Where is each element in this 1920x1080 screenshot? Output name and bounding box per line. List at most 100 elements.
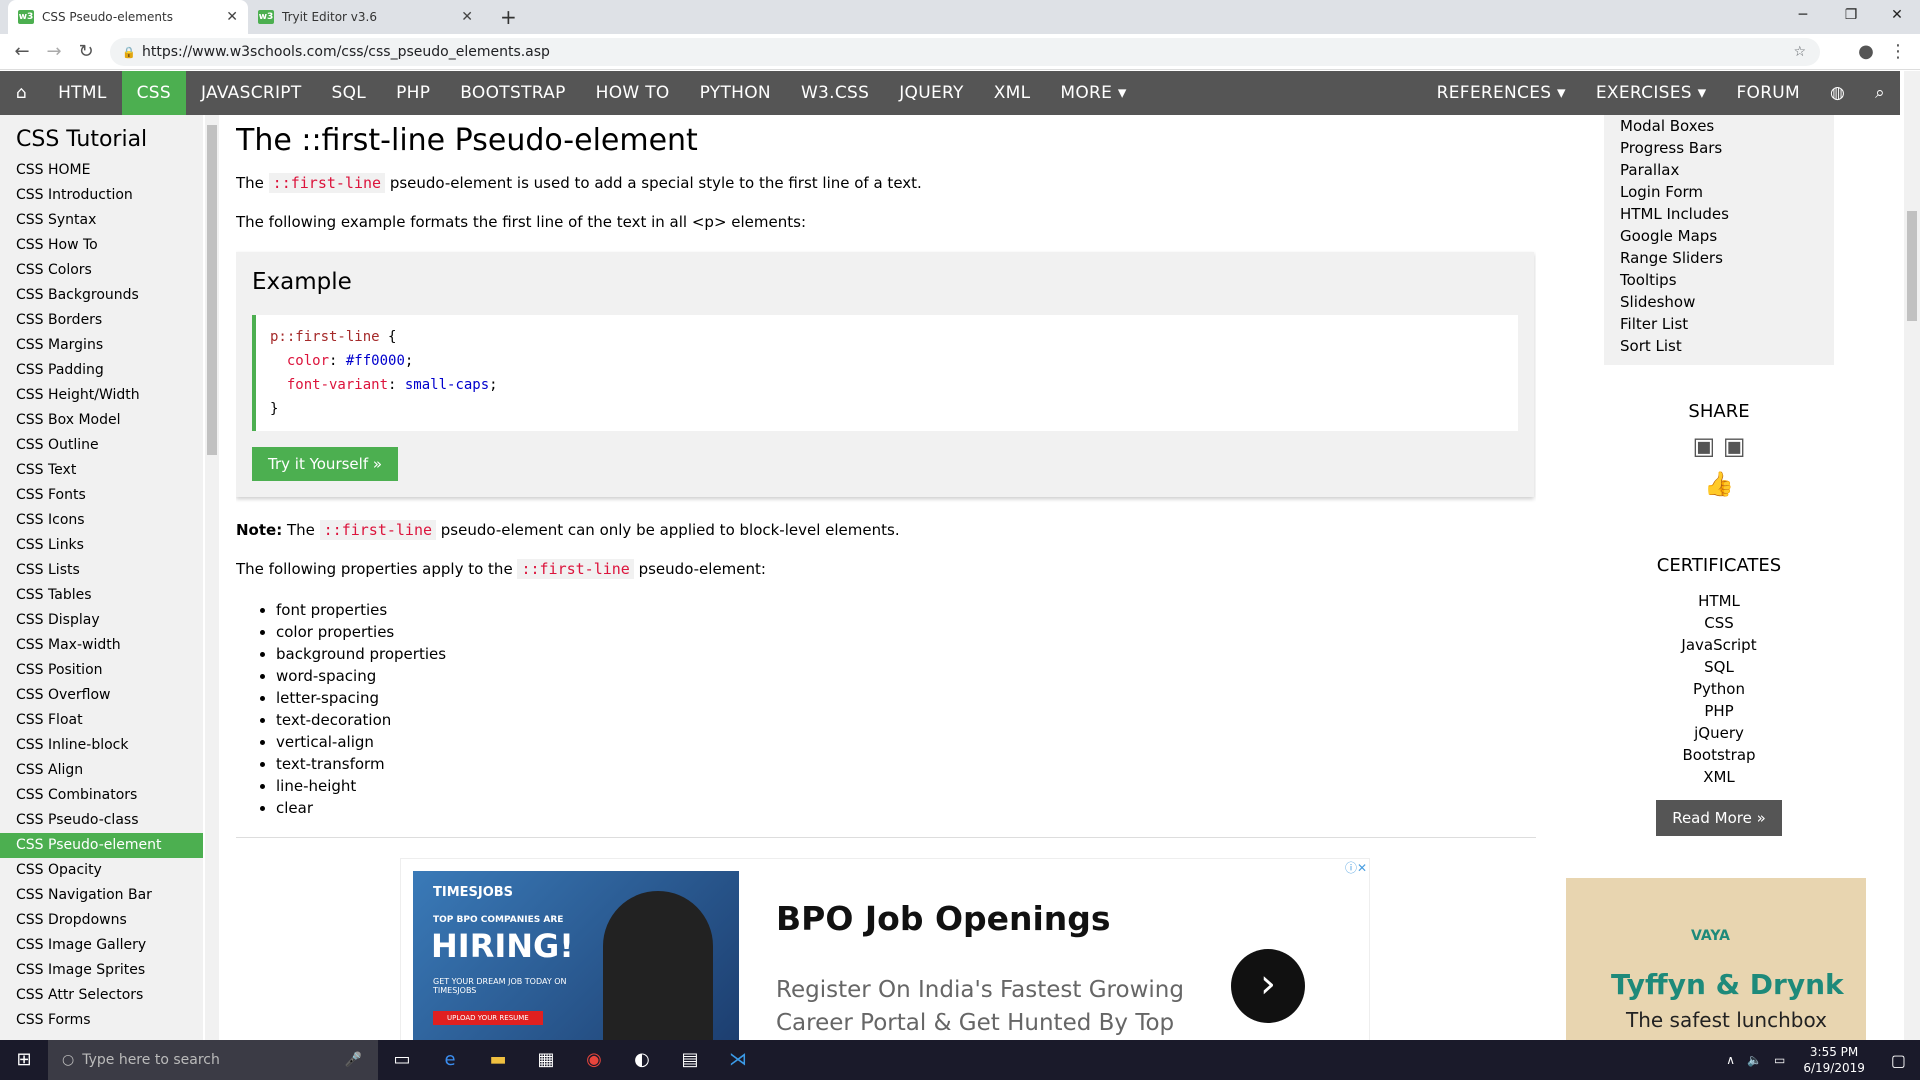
minimize-icon[interactable]: ─ [1780,0,1826,30]
nav-css[interactable]: CSS [121,71,186,115]
nav-bootstrap[interactable]: BOOTSTRAP [445,71,580,115]
like-icon[interactable]: 👍 [1604,470,1834,498]
sidebar-link[interactable]: CSS Introduction [0,183,203,208]
sidebar-link[interactable]: CSS Image Gallery [0,933,203,958]
twitter-icon[interactable]: ▣ [1723,432,1746,460]
back-icon[interactable]: ← [10,40,34,64]
reload-icon[interactable]: ↻ [74,40,98,64]
howto-link[interactable]: Progress Bars [1620,137,1818,159]
menu-icon[interactable]: ⋮ [1886,40,1910,64]
sidebar-link[interactable]: CSS HOME [0,158,203,183]
howto-link[interactable]: HTML Includes [1620,203,1818,225]
network-icon[interactable]: ▭ [1768,1053,1791,1067]
profile-icon[interactable]: ● [1854,40,1878,64]
side-advertisement[interactable]: VAYA Tyffyn & Drynk The safest lunchbox [1566,878,1866,1040]
volume-icon[interactable]: 🔈 [1741,1053,1768,1067]
sidebar-link[interactable]: CSS Borders [0,308,203,333]
bookmark-star-icon[interactable]: ☆ [1793,44,1806,60]
howto-link[interactable]: Range Sliders [1620,247,1818,269]
page-scroll-thumb[interactable] [1907,211,1917,321]
sidebar-link[interactable]: CSS Outline [0,433,203,458]
browser-tab[interactable]: w3 Tryit Editor v3.6 ✕ [248,0,483,34]
nav-javascript[interactable]: JAVASCRIPT [186,71,317,115]
clock[interactable]: 3:55 PM 6/19/2019 [1791,1044,1877,1076]
sidebar-link[interactable]: CSS Align [0,758,203,783]
sidebar-link[interactable]: CSS Inline-block [0,733,203,758]
howto-link[interactable]: Login Form [1620,181,1818,203]
certificate-link[interactable]: CSS [1604,612,1834,634]
nav-python[interactable]: PYTHON [685,71,786,115]
howto-link[interactable]: Tooltips [1620,269,1818,291]
certificate-link[interactable]: Python [1604,678,1834,700]
edge-icon[interactable]: e [426,1040,474,1080]
notepad-icon[interactable]: ▤ [666,1040,714,1080]
vscode-icon[interactable]: ⋊ [714,1040,762,1080]
sidebar-link[interactable]: CSS Icons [0,508,203,533]
sidebar-link[interactable]: CSS Lists [0,558,203,583]
new-tab-button[interactable]: + [490,0,530,34]
sidebar-link[interactable]: CSS Forms [0,1008,203,1033]
sidebar-link[interactable]: CSS How To [0,233,203,258]
nav-references[interactable]: REFERENCES ▾ [1422,71,1581,115]
home-icon[interactable]: ⌂ [0,71,43,115]
certificate-link[interactable]: PHP [1604,700,1834,722]
certificate-link[interactable]: JavaScript [1604,634,1834,656]
sidebar-link[interactable]: CSS Text [0,458,203,483]
certificate-link[interactable]: HTML [1604,590,1834,612]
sidebar-link[interactable]: CSS Fonts [0,483,203,508]
nav-exercises[interactable]: EXERCISES ▾ [1581,71,1722,115]
howto-link[interactable]: Sort List [1620,335,1818,357]
sidebar-link[interactable]: CSS Tables [0,583,203,608]
sidebar-link[interactable]: CSS Dropdowns [0,908,203,933]
advertisement-banner[interactable]: TIMESJOBS TOP BPO COMPANIES ARE HIRING! … [400,858,1370,1040]
certificate-link[interactable]: Bootstrap [1604,744,1834,766]
howto-link[interactable]: Modal Boxes [1620,115,1818,137]
chrome-icon[interactable]: ◉ [570,1040,618,1080]
forward-icon[interactable]: → [42,40,66,64]
sidebar-link[interactable]: CSS Overflow [0,683,203,708]
nav-forum[interactable]: FORUM [1721,71,1815,115]
nav-jquery[interactable]: JQUERY [884,71,979,115]
sidebar-link[interactable]: CSS Margins [0,333,203,358]
howto-link[interactable]: Google Maps [1620,225,1818,247]
close-window-icon[interactable]: ✕ [1874,0,1920,30]
nav-sql[interactable]: SQL [317,71,382,115]
sidebar-link[interactable]: CSS Navigation Bar [0,883,203,908]
sidebar-link[interactable]: CSS Combinators [0,783,203,808]
sidebar-link[interactable]: CSS Height/Width [0,383,203,408]
tray-chevron-icon[interactable]: ∧ [1720,1053,1741,1067]
sidebar-link[interactable]: CSS Float [0,708,203,733]
url-field[interactable]: 🔒 https://www.w3schools.com/css/css_pseu… [110,38,1820,66]
browser-tab-active[interactable]: w3 CSS Pseudo-elements ✕ [8,0,248,34]
nav-w3css[interactable]: W3.CSS [786,71,884,115]
store-icon[interactable]: ▦ [522,1040,570,1080]
nav-php[interactable]: PHP [381,71,445,115]
facebook-icon[interactable]: ▣ [1692,432,1715,460]
sidebar-link[interactable]: CSS Attr Selectors [0,983,203,1008]
eclipse-icon[interactable]: ◐ [618,1040,666,1080]
certificate-link[interactable]: SQL [1604,656,1834,678]
taskbar-search[interactable]: ○ Type here to search 🎤 [48,1040,378,1080]
sidebar-link[interactable]: CSS Pseudo-element [0,833,203,858]
howto-link[interactable]: Filter List [1620,313,1818,335]
sidebar-link[interactable]: CSS Opacity [0,858,203,883]
sidebar-link[interactable]: CSS Padding [0,358,203,383]
howto-link[interactable]: Parallax [1620,159,1818,181]
certificate-link[interactable]: jQuery [1604,722,1834,744]
sidebar-link[interactable]: CSS Max-width [0,633,203,658]
sidebar-link[interactable]: CSS Display [0,608,203,633]
sidebar-link[interactable]: CSS Box Model [0,408,203,433]
sidebar-scrollbar[interactable] [205,115,219,1040]
sidebar-link[interactable]: CSS Pseudo-class [0,808,203,833]
file-explorer-icon[interactable]: ▬ [474,1040,522,1080]
sidebar-link[interactable]: CSS Image Sprites [0,958,203,983]
globe-icon[interactable]: ◍ [1815,71,1860,115]
sidebar-scroll-thumb[interactable] [207,125,217,455]
sidebar-link[interactable]: CSS Backgrounds [0,283,203,308]
windows-start-icon[interactable]: ⊞ [0,1040,48,1080]
task-view-icon[interactable]: ▭ [378,1040,426,1080]
sidebar-link[interactable]: CSS Syntax [0,208,203,233]
ad-choices-icon[interactable]: ⓘ✕ [1345,859,1367,876]
sidebar-link[interactable]: CSS Colors [0,258,203,283]
sidebar-link[interactable]: CSS Position [0,658,203,683]
